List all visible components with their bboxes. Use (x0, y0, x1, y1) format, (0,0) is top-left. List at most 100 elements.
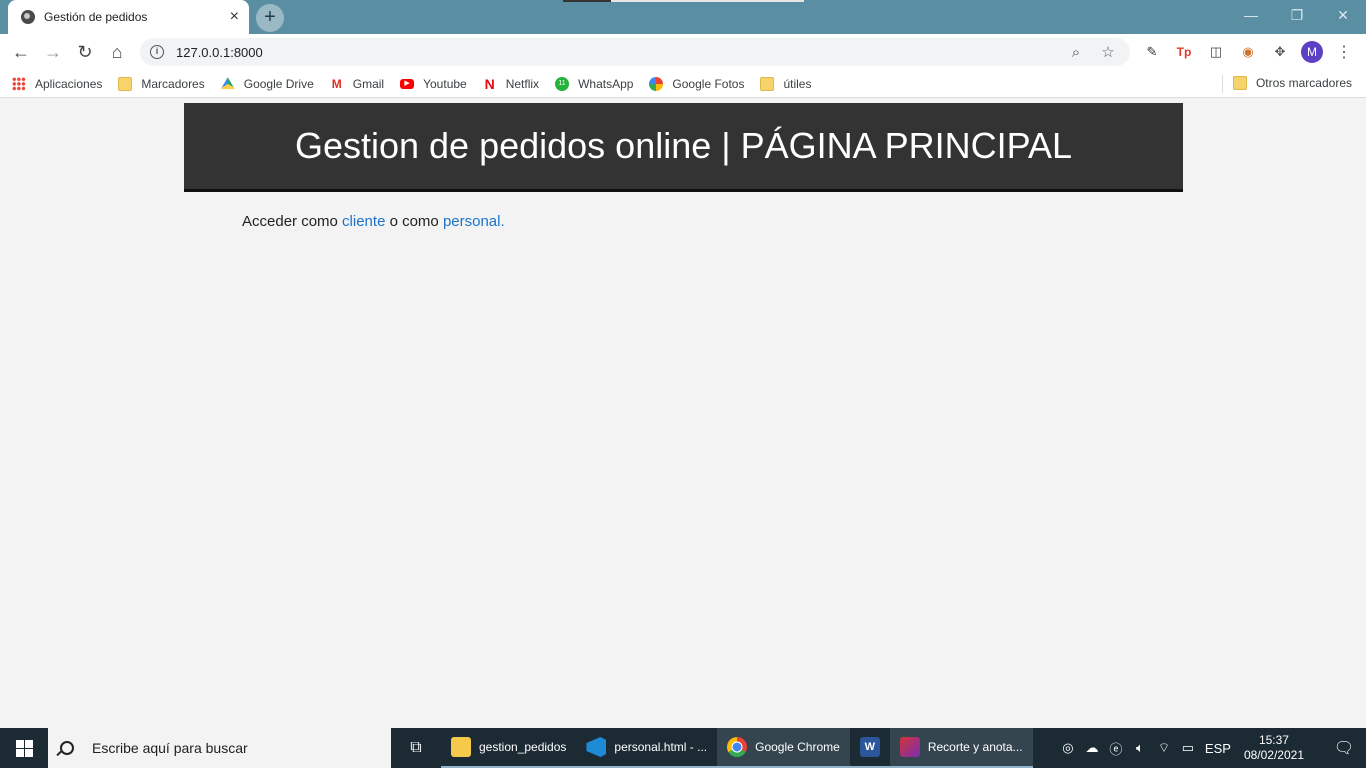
personal-link[interactable]: personal. (443, 213, 505, 230)
volume-icon[interactable]: 🔈︎ (1128, 740, 1152, 756)
gmail-icon: M (331, 76, 342, 91)
bookmarks-bar: Aplicaciones Marcadores Google Drive M G… (0, 70, 1366, 98)
close-window-button[interactable]: ✕ (1320, 0, 1366, 30)
address-bar[interactable]: i 127.0.0.1:8000 ⌕ ☆ (140, 38, 1130, 66)
google-drive-icon (220, 77, 235, 90)
edge-icon[interactable]: ⓔ (1104, 739, 1128, 758)
bookmark-label: Gmail (352, 76, 385, 91)
bookmark-gmail[interactable]: M Gmail (330, 77, 384, 91)
folder-icon (118, 76, 133, 91)
intro-middle-text: o como (385, 213, 443, 230)
start-button[interactable] (0, 728, 48, 768)
access-paragraph: Acceder como cliente o como personal. (242, 213, 505, 230)
taskbar-app-label: personal.html - ... (614, 740, 708, 754)
zoom-icon[interactable]: ⌕ (1064, 44, 1088, 61)
info-icon[interactable]: i (150, 45, 164, 59)
bookmark-label: útiles (783, 76, 812, 91)
url-text[interactable]: 127.0.0.1:8000 (176, 45, 1056, 60)
taskbar-app-label: Google Chrome (755, 740, 840, 754)
whatsapp-icon: 11 (555, 76, 570, 91)
window-controls: — ❐ ✕ (1228, 0, 1366, 34)
bookmark-label: Aplicaciones (35, 76, 103, 91)
reload-button[interactable]: ↻ (69, 36, 101, 68)
clock-time: 15:37 (1258, 733, 1289, 747)
cliente-link[interactable]: cliente (342, 213, 385, 230)
tab-close-icon[interactable]: × (230, 9, 239, 25)
chrome-icon (727, 737, 748, 757)
folder-icon (760, 76, 775, 91)
taskbar-app-vscode[interactable]: personal.html - ... (576, 728, 718, 768)
globe-icon (21, 10, 35, 24)
battery-icon[interactable]: ▭ (1176, 740, 1200, 756)
windows-taskbar: Escribe aquí para buscar ⧉ gestion_pedid… (0, 728, 1366, 768)
minimize-button[interactable]: — (1228, 0, 1274, 30)
bookmark-utiles[interactable]: útiles (760, 76, 812, 91)
taskbar-app-snip[interactable]: Recorte y anota... (889, 728, 1033, 768)
intro-text: Acceder como (242, 213, 343, 230)
taskbar-app-chrome[interactable]: Google Chrome (717, 728, 850, 768)
bookmark-google-drive[interactable]: Google Drive (220, 76, 314, 91)
taskbar-app-label: Recorte y anota... (927, 740, 1023, 754)
pocket-extension-icon[interactable]: ◫ (1204, 40, 1228, 64)
task-view-icon[interactable]: ⧉ (391, 728, 441, 768)
profile-avatar[interactable]: M (1300, 40, 1324, 64)
bookmark-star-icon[interactable]: ☆ (1096, 43, 1120, 61)
search-icon (60, 741, 74, 755)
forward-button[interactable]: → (37, 36, 69, 68)
bookmark-label: Youtube (423, 76, 467, 91)
bookmark-label: Otros marcadores (1255, 76, 1352, 90)
folder-icon (1232, 76, 1247, 90)
taskbar-app-word[interactable]: W (849, 728, 890, 768)
apps-grid-icon (12, 76, 26, 91)
windows-logo-icon (15, 739, 33, 757)
language-indicator[interactable]: ESP (1200, 741, 1236, 756)
bookmark-label: Google Fotos (672, 76, 745, 91)
bookmark-youtube[interactable]: ▶ Youtube (400, 77, 467, 91)
restore-button[interactable]: ❐ (1274, 0, 1320, 30)
tab-title: Gestión de pedidos (44, 10, 148, 24)
youtube-icon: ▶ (400, 78, 415, 89)
back-button[interactable]: ← (5, 36, 37, 68)
bookmark-label: Netflix (505, 76, 540, 91)
new-tab-button[interactable]: + (256, 4, 284, 32)
bookmark-otros-marcadores[interactable]: Otros marcadores (1232, 76, 1352, 90)
titlebar-highlight-dark (563, 0, 611, 2)
chrome-tray-icon[interactable]: ◎ (1056, 740, 1080, 756)
bookmark-label: Google Drive (243, 76, 314, 91)
bookmark-label: WhatsApp (578, 76, 634, 91)
page-title: Gestion de pedidos online | PÁGINA PRINC… (294, 125, 1073, 166)
tp-extension-icon[interactable]: Tp (1172, 40, 1196, 64)
owl-extension-icon[interactable]: ◉ (1236, 40, 1260, 64)
home-button[interactable]: ⌂ (101, 36, 133, 68)
cloud-icon[interactable]: ☁ (1080, 740, 1104, 756)
word-icon: W (859, 737, 880, 757)
snip-sketch-icon (899, 737, 920, 757)
web-page: Gestion de pedidos online | PÁGINA PRINC… (0, 99, 1366, 728)
bookmark-whatsapp[interactable]: 11 WhatsApp (555, 76, 634, 91)
bookmarks-separator (1222, 75, 1223, 93)
bookmark-google-fotos[interactable]: Google Fotos (649, 76, 745, 91)
notification-icon[interactable]: 🗨︎ (1322, 738, 1366, 758)
bookmark-netflix[interactable]: N Netflix (483, 77, 539, 91)
menu-kebab-icon[interactable]: ⋮ (1332, 40, 1356, 64)
clock[interactable]: 15:37 08/02/2021 (1244, 733, 1304, 763)
pen-extension-icon[interactable]: ✎ (1140, 40, 1164, 64)
file-explorer-icon (451, 737, 471, 757)
bookmark-aplicaciones[interactable]: Aplicaciones (12, 76, 103, 91)
system-tray: ◎ ☁ ⓔ 🔈︎ ⌔ ▭ ESP 15:37 08/02/2021 🗨︎ (1056, 728, 1366, 768)
bookmark-label: Marcadores (141, 76, 205, 91)
vscode-icon (586, 737, 607, 757)
taskbar-search[interactable]: Escribe aquí para buscar (48, 728, 391, 768)
taskbar-app-label: gestion_pedidos (479, 740, 567, 754)
bookmark-marcadores[interactable]: Marcadores (118, 76, 205, 91)
page-header: Gestion de pedidos online | PÁGINA PRINC… (184, 103, 1183, 192)
clock-date: 08/02/2021 (1243, 748, 1304, 762)
search-placeholder: Escribe aquí para buscar (92, 740, 248, 756)
google-photos-icon (649, 76, 664, 91)
title-bar: Gestión de pedidos × + — ❐ ✕ (0, 0, 1366, 34)
wifi-icon[interactable]: ⌔ (1152, 740, 1176, 756)
extensions-puzzle-icon[interactable]: ✥ (1268, 40, 1292, 64)
browser-tab[interactable]: Gestión de pedidos × (8, 0, 249, 34)
netflix-icon: N (484, 75, 495, 92)
taskbar-app-explorer[interactable]: gestion_pedidos (441, 728, 577, 768)
